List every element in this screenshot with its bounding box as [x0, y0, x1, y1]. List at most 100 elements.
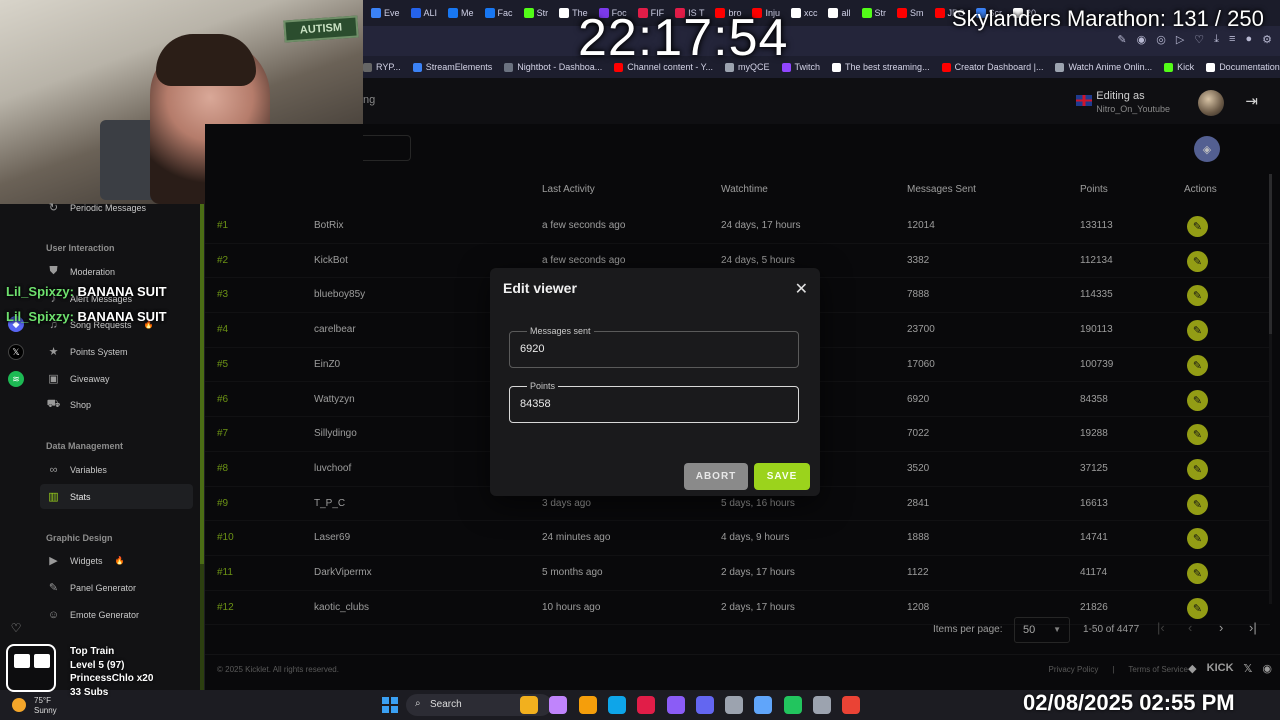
- tab-label: Fac: [497, 8, 513, 18]
- logout-icon[interactable]: ⇥: [1245, 92, 1258, 110]
- taskbar-app-icon[interactable]: [695, 696, 714, 714]
- top-train-info: Top Train Level 5 (97) PrincessChlo x20 …: [70, 645, 153, 699]
- sidebar-item-label: Variables: [70, 464, 107, 475]
- heart-icon[interactable]: ♡: [8, 620, 24, 636]
- taskbar-app-icon[interactable]: [666, 696, 685, 714]
- taskbar-app-icon[interactable]: [783, 696, 802, 714]
- bookmark-label: The best streaming...: [845, 62, 930, 72]
- bookmark[interactable]: Documentation | Bo...: [1206, 62, 1280, 72]
- bookmark-label: Twitch: [794, 62, 821, 72]
- bookmark[interactable]: StreamElements: [412, 62, 492, 72]
- taskbar-app-icon[interactable]: [578, 696, 597, 714]
- abort-button[interactable]: ABORT: [684, 463, 748, 490]
- download-icon[interactable]: ⤓: [1214, 33, 1219, 46]
- sidebar-item-points-system[interactable]: ★ Points System: [40, 339, 193, 364]
- weather-temp: 75°F: [34, 696, 51, 705]
- browser-tab[interactable]: Str: [858, 2, 891, 24]
- menu-icon[interactable]: ≡: [1229, 33, 1235, 46]
- play-icon[interactable]: ▷: [1176, 33, 1184, 46]
- taskbar-app-icon[interactable]: [607, 696, 626, 714]
- browser-tab[interactable]: Eve: [367, 2, 404, 24]
- app-header: ng Editing as Nitro_On_Youtube ⇥: [363, 78, 1280, 124]
- messages-sent-field[interactable]: Messages sent 6920: [509, 326, 799, 368]
- settings-icon[interactable]: ⚙: [1262, 33, 1272, 46]
- sidebar-scroll-thumb[interactable]: [200, 204, 204, 564]
- windows-start-icon[interactable]: [382, 697, 398, 713]
- taskbar-app-icon[interactable]: [813, 696, 831, 714]
- avatar[interactable]: [1198, 90, 1224, 116]
- sidebar-item-emote-generator[interactable]: ☺ Emote Generator: [40, 602, 193, 627]
- bookmark[interactable]: RYP...: [363, 62, 401, 72]
- browser-tab[interactable]: Sm: [893, 2, 928, 24]
- browser-tab[interactable]: Me: [444, 2, 478, 24]
- streamer-hair: [156, 34, 256, 86]
- gift-icon: ▣: [48, 373, 59, 385]
- bookmark-favicon-icon: [412, 62, 422, 72]
- sidebar-item-variables[interactable]: ∞ Variables: [40, 457, 193, 482]
- profile-icon[interactable]: ●: [1245, 33, 1252, 46]
- tab-label: ALI: [423, 8, 438, 18]
- sidebar-scrollbar[interactable]: [200, 204, 204, 690]
- star-icon: ★: [48, 346, 59, 358]
- spotify-icon[interactable]: ≋: [8, 371, 24, 387]
- taskbar-app-icon[interactable]: [725, 696, 744, 714]
- edit-icon[interactable]: ✎: [1117, 33, 1126, 46]
- sidebar-item-label: Panel Generator: [70, 582, 137, 593]
- sidebar-item-widgets[interactable]: ▶ Widgets 🔥: [40, 548, 193, 573]
- tab-label: Str: [874, 8, 887, 18]
- browser-tab[interactable]: Fac: [481, 2, 517, 24]
- points-value[interactable]: 84358: [520, 398, 551, 410]
- sidebar-item-periodic-messages[interactable]: ↻ Periodic Messages: [40, 195, 193, 220]
- bookmark[interactable]: Creator Dashboard |...: [941, 62, 1043, 72]
- tab-favicon-icon: [790, 8, 801, 18]
- browser-tab[interactable]: ALI: [407, 2, 442, 24]
- heart-icon[interactable]: ♡: [1194, 33, 1204, 46]
- bookmark[interactable]: Watch Anime Onlin...: [1055, 62, 1152, 72]
- bookmark[interactable]: Kick: [1164, 62, 1194, 72]
- emote-icon: ☺: [47, 608, 60, 621]
- messages-sent-value[interactable]: 6920: [520, 343, 544, 355]
- section-graphic-design: Graphic Design: [46, 533, 113, 543]
- save-button[interactable]: SAVE: [754, 463, 810, 490]
- camera-icon[interactable]: ◉: [1137, 33, 1147, 46]
- taskbar-app-icon[interactable]: [842, 696, 861, 714]
- taskbar-app-icon[interactable]: [549, 696, 568, 714]
- video-icon: ▶: [49, 555, 58, 567]
- chat-text: BANANA SUIT: [77, 284, 167, 299]
- sidebar-item-giveaway[interactable]: ▣ Giveaway: [40, 366, 193, 391]
- shield-icon[interactable]: ◎: [1156, 33, 1166, 46]
- search-icon: ⌕: [415, 698, 421, 709]
- tab-label: all: [841, 8, 851, 18]
- taskbar-app-icon[interactable]: [754, 696, 773, 714]
- close-icon[interactable]: ✕: [795, 282, 808, 298]
- browser-tab[interactable]: all: [824, 2, 854, 24]
- x-icon[interactable]: 𝕏: [8, 344, 24, 360]
- sidebar-item-shop[interactable]: ⛟ Shop: [40, 392, 193, 417]
- sidebar-item-stats[interactable]: ▥ Stats: [40, 484, 193, 509]
- sidebar-item-panel-generator[interactable]: ✎ Panel Generator: [40, 575, 193, 600]
- browser-toolbar-icons: ✎ ◉ ◎ ▷ ♡ ⤓ ≡ ● ⚙: [1117, 33, 1272, 46]
- bookmarks-bar: RYP... StreamElements Nightbot - Dashboa..…: [363, 56, 1280, 78]
- browser-tab[interactable]: Str: [520, 2, 553, 24]
- bookmark-favicon-icon: [1206, 62, 1216, 72]
- tab-label: Str: [536, 8, 549, 18]
- tab-favicon-icon: [448, 8, 459, 18]
- taskbar-search-label: Search: [430, 699, 462, 710]
- tab-favicon-icon: [861, 8, 872, 18]
- points-field[interactable]: Points 84358: [509, 381, 799, 423]
- browser-tab[interactable]: xcc: [787, 2, 822, 24]
- sidebar-item-label: Shop: [70, 399, 92, 410]
- tab-favicon-icon: [371, 8, 381, 18]
- tab-label: Eve: [384, 8, 400, 18]
- sidebar-item-label: Periodic Messages: [70, 202, 147, 213]
- edit-viewer-dialog: Edit viewer ✕ Messages sent 6920 Points …: [490, 268, 820, 496]
- tab-label: Sm: [910, 8, 924, 18]
- taskbar-app-icon[interactable]: [520, 696, 538, 714]
- taskbar-app-icon[interactable]: [637, 696, 656, 714]
- bookmark[interactable]: The best streaming...: [832, 62, 930, 72]
- uk-flag-icon[interactable]: [1076, 95, 1092, 106]
- sidebar-item-moderation[interactable]: ⛊ Moderation: [40, 259, 193, 284]
- flame-icon: 🔥: [114, 556, 125, 565]
- bookmark-favicon-icon: [1164, 62, 1174, 72]
- tab-favicon-icon: [484, 8, 495, 18]
